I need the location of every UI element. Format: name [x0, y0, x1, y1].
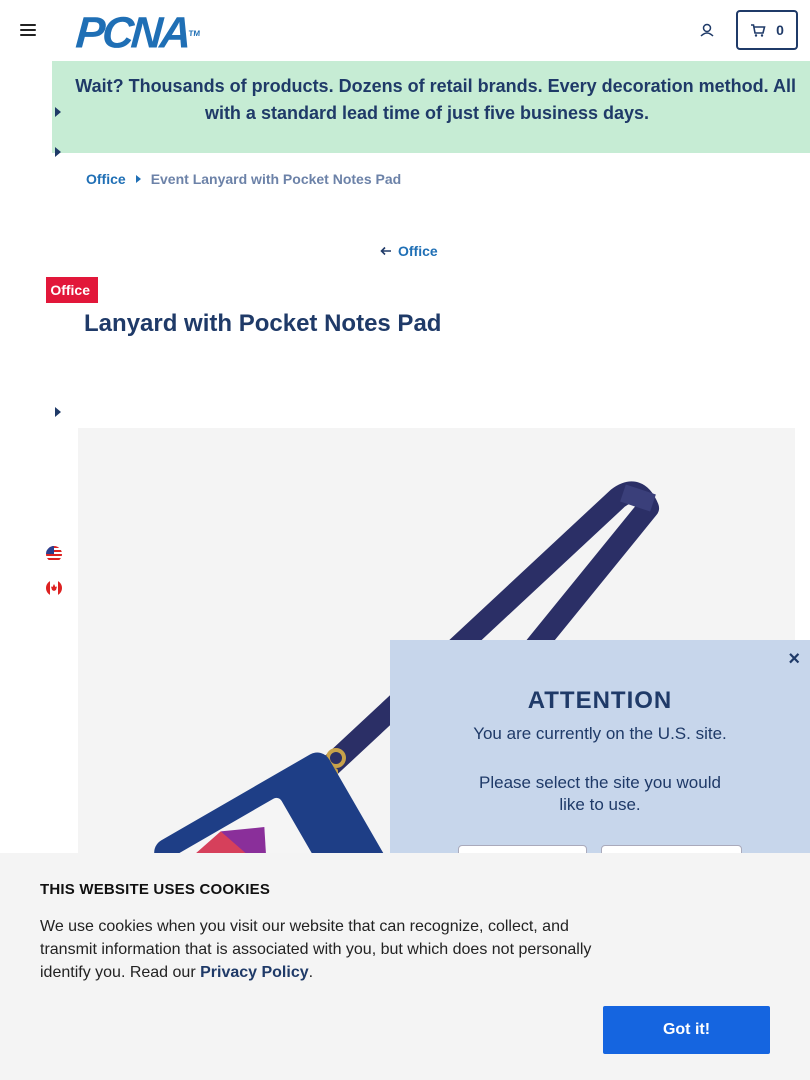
- got-it-button[interactable]: Got it!: [603, 1006, 770, 1054]
- banner-line-1: Wait? Thousands of products. Dozens of r…: [75, 76, 796, 96]
- logo-text: PCNA: [74, 8, 191, 58]
- cookie-title: THIS WEBSITE USES COOKIES: [40, 881, 271, 898]
- caret-right-icon[interactable]: [55, 147, 61, 157]
- canada-flag-icon[interactable]: [46, 580, 62, 596]
- cart-button[interactable]: 0: [736, 10, 798, 50]
- caret-right-icon[interactable]: [55, 407, 61, 417]
- arrow-left-icon: [380, 246, 391, 256]
- breadcrumb-office-link[interactable]: Office: [86, 171, 126, 187]
- product-title-text: Event Lanyard with Pocket Notes Pad: [12, 310, 442, 337]
- caret-right-icon: [135, 175, 141, 183]
- cart-count: 0: [776, 22, 784, 38]
- promo-banner: Wait? Thousands of products. Dozens of r…: [52, 61, 810, 153]
- cart-icon: [751, 24, 766, 37]
- site-header: PCNATM 0: [0, 0, 810, 60]
- dialog-current-site: You are currently on the U.S. site.: [473, 724, 727, 743]
- dialog-title: ATTENTION: [527, 687, 673, 714]
- breadcrumb-current: Event Lanyard with Pocket Notes Pad: [150, 171, 402, 187]
- cookie-period: .: [308, 964, 314, 981]
- banner-line-2: with a standard lead time of just five b…: [204, 103, 650, 123]
- menu-icon[interactable]: [20, 24, 36, 36]
- close-icon[interactable]: ×: [788, 648, 800, 671]
- cookie-text: We use cookies when you visit our websit…: [40, 915, 610, 984]
- back-link-label: Office: [398, 243, 438, 259]
- cookie-body: We use cookies when you visit our websit…: [40, 918, 592, 981]
- caret-right-icon[interactable]: [55, 107, 61, 117]
- logo-tm: TM: [188, 29, 201, 38]
- product-title: Event Lanyard with Pocket Notes Pad: [80, 310, 491, 338]
- breadcrumb: Office Event Lanyard with Pocket Notes P…: [86, 171, 401, 187]
- back-to-office-link[interactable]: Office: [380, 243, 438, 259]
- cookie-banner: THIS WEBSITE USES COOKIES We use cookies…: [0, 853, 810, 1080]
- us-flag-icon[interactable]: [46, 546, 62, 562]
- pcna-logo[interactable]: PCNATM: [74, 9, 201, 58]
- privacy-policy-link[interactable]: Privacy Policy: [200, 964, 309, 981]
- dialog-instruction: Please select the site you would like to…: [479, 773, 721, 814]
- account-icon[interactable]: [699, 22, 715, 38]
- category-tag[interactable]: Office: [46, 277, 98, 303]
